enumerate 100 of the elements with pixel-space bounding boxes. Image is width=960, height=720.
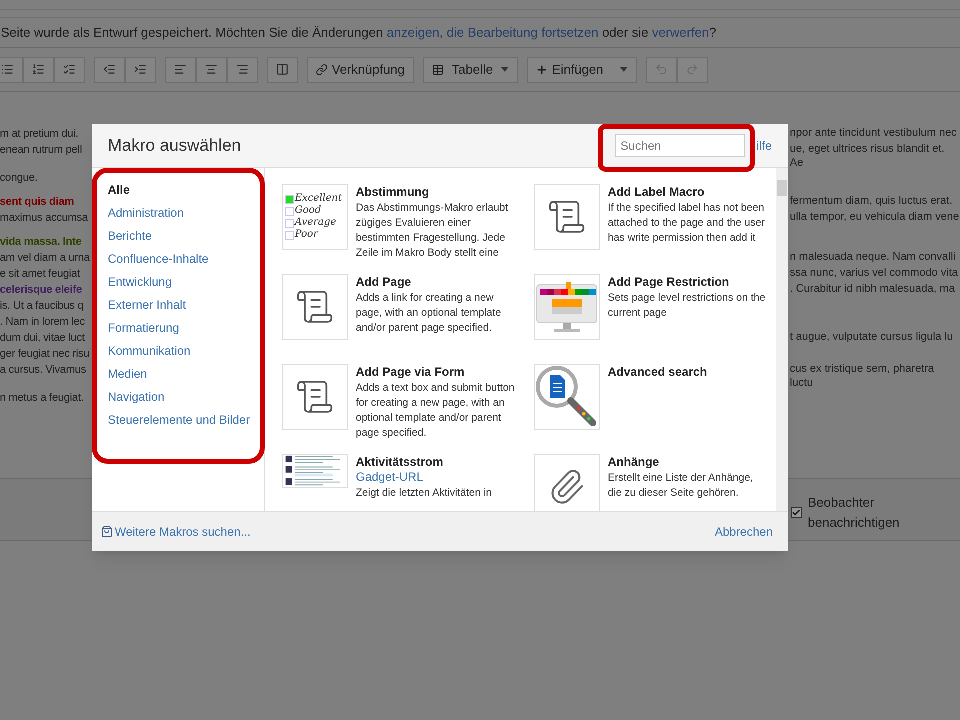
macro-item[interactable]: Advanced search (534, 364, 770, 438)
align-left-button[interactable] (165, 56, 196, 82)
macro-item[interactable]: Excellent Good Average Poor Abstimmung Das Abstimmungs-Makro erlaubt zügiges Evaluieren einer bestimmten Fragestellung. Jede Zeile im Makro Body stellt eine (282, 184, 518, 258)
monitor-icon (536, 279, 598, 335)
body-text: vida massa. Inte (0, 235, 83, 250)
body-text: ssa nunc, varius vel commodo vita (790, 266, 960, 281)
macro-item[interactable]: Add Label Macro If the specified label has not been attached to the page and the user has write permission then add it (534, 184, 770, 258)
category-link[interactable]: Berichte (108, 227, 264, 245)
macro-description: Adds a link for creating a new page, with an optional template and/or parent page specified. (356, 291, 502, 336)
macro-description: If the specified label has not been attached to the page and the user has write permission then add it (608, 201, 766, 246)
category-link[interactable]: Medien (108, 365, 264, 383)
align-center-icon (205, 63, 218, 76)
link-icon (316, 64, 328, 76)
body-text: sent quis diam (0, 195, 76, 210)
outdent-button[interactable] (94, 56, 125, 82)
continue-editing-link[interactable]: die Bearbeitung fortsetzen (446, 24, 599, 40)
macro-item[interactable]: Add Page via Form Adds a text box and submit button for creating a new page, with an optional template and/or parent page specified. (282, 364, 518, 438)
table-icon (432, 64, 444, 76)
columns-icon (276, 63, 289, 76)
indent-button[interactable] (125, 56, 156, 82)
category-link[interactable]: Navigation (108, 388, 264, 406)
body-text: a cursus. Vivamus (0, 363, 88, 378)
body-text: . Nam in lorem lec (0, 315, 86, 330)
macro-description: Zeigt die letzten Aktivitäten in (356, 486, 493, 501)
layout-button[interactable] (267, 56, 298, 82)
macro-title: Add Label Macro (608, 184, 706, 200)
body-text: n metus a feugiat. (0, 391, 85, 406)
category-link[interactable]: Administration (108, 204, 264, 222)
macro-title: Abstimmung (356, 184, 430, 200)
numbered-list-icon (32, 63, 45, 76)
category-link[interactable]: Formatierung (108, 319, 264, 337)
show-changes-link[interactable]: anzeigen, (386, 24, 444, 40)
body-text: ger feugiat nec risu (0, 347, 88, 362)
check-icon (792, 508, 801, 518)
caret-icon (501, 67, 510, 72)
body-text: fermentum diam, quis luctus erat. (790, 194, 954, 209)
notify-checkbox[interactable] (791, 507, 802, 518)
align-right-icon (236, 63, 249, 76)
macro-description: Adds a text box and submit button for creating a new page, with an optional template and/or parent page specified. (356, 381, 516, 441)
poll-option: Excellent (295, 193, 342, 205)
gadget-url-link[interactable]: Gadget-URL (356, 470, 518, 485)
outdent-icon (103, 63, 116, 76)
poll-option: Average (295, 217, 336, 229)
macro-title: Anhänge (608, 454, 660, 470)
indent-icon (134, 63, 147, 76)
insert-button[interactable]: Einfügen (527, 56, 637, 82)
poll-checkbox-icon (285, 194, 294, 204)
macro-item[interactable]: Anhänge Erstellt eine Liste der Anhänge, die zu dieser Seite gehören. (534, 454, 770, 511)
body-text: celerisque eleife (0, 283, 84, 298)
table-button[interactable]: Tabelle (423, 56, 518, 82)
category-link[interactable]: Steuerelemente und Bilder (108, 411, 264, 429)
more-macros-link[interactable]: Weitere Makros suchen... (101, 522, 251, 540)
body-text: congue. (0, 171, 39, 186)
align-left-icon (174, 63, 187, 76)
caret-icon (620, 67, 628, 72)
macro-title: Add Page via Form (356, 364, 466, 380)
notify-label: Beobachter benachrichtigen (808, 494, 901, 532)
body-text: is. Ut a faucibus q (0, 299, 85, 314)
discard-link[interactable]: verwerfen (652, 24, 710, 40)
link-button[interactable]: Verknüpfung (307, 56, 414, 82)
category-link[interactable]: Kommunikation (108, 342, 264, 360)
macro-item[interactable]: Add Page Adds a link for creating a new page, with an optional template and/or parent page specified. (282, 274, 518, 348)
bullet-list-icon (1, 63, 14, 76)
task-list-button[interactable] (54, 56, 85, 82)
cancel-button[interactable]: Abbrechen (708, 518, 779, 544)
body-text: ulla tempor, eu vehicula diam vene (790, 210, 960, 225)
activity-stream-thumbnail (282, 454, 348, 488)
poll-checkbox-icon (285, 230, 294, 240)
macro-title: Add Page (356, 274, 412, 290)
body-text: . Curabitur id nibh malesuada, ma (790, 282, 956, 297)
undo-icon (654, 63, 668, 76)
align-right-button[interactable] (227, 56, 258, 82)
poll-option: Good (295, 205, 322, 217)
poll-checkbox-icon (285, 206, 294, 216)
search-field[interactable]: Suchen (614, 134, 745, 157)
body-text: maximus accumsa (0, 211, 88, 226)
category-link[interactable]: Entwicklung (108, 273, 264, 291)
numbered-list-button[interactable] (23, 56, 54, 82)
magnifier-document-icon (535, 365, 599, 429)
category-link[interactable]: Alle (108, 181, 264, 199)
category-link[interactable]: Externer Inhalt (108, 296, 264, 314)
macro-item[interactable]: Add Page Restriction Sets page level restrictions on the current page (534, 274, 770, 348)
body-text: enean rutrum pell (0, 143, 84, 158)
body-text: t augue, vulputate cursus ligula lu (790, 330, 954, 345)
macro-title: Add Page Restriction (608, 274, 730, 290)
body-text: e sit amet feugiat (0, 267, 82, 282)
bullet-list-button[interactable] (0, 56, 23, 82)
align-center-button[interactable] (196, 56, 227, 82)
macro-item[interactable]: Aktivitätsstrom Gadget-URL Zeigt die letzten Aktivitäten in (282, 454, 518, 511)
scrollbar[interactable] (776, 168, 788, 511)
body-text: dum dui, vitae luct (0, 331, 86, 346)
poll-option: Poor (295, 229, 318, 241)
help-link[interactable]: ilfe (756, 136, 772, 154)
body-text: am vel diam a urna (0, 251, 88, 266)
macro-description: Sets page level restrictions on the current page (608, 291, 767, 321)
plus-icon (536, 64, 548, 76)
macro-description: Erstellt eine Liste der Anhänge, die zu dieser Seite gehören. (608, 471, 754, 501)
body-text: ue, eget ultrices risus blandit et. Ae (790, 142, 946, 170)
category-link[interactable]: Confluence-Inhalte (108, 250, 264, 268)
redo-icon (686, 63, 699, 76)
